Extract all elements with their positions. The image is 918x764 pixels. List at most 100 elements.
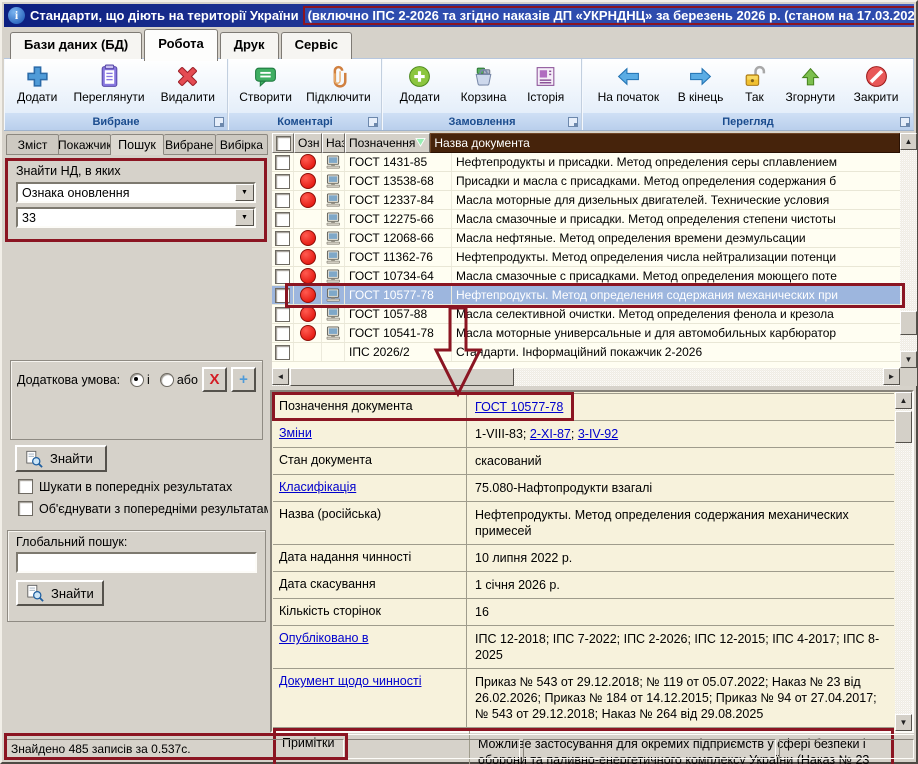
sidebar-tab-зміст[interactable]: Зміст [6,134,59,155]
table-row[interactable]: ГОСТ 1057-88Масла селективной очистки. М… [272,305,900,324]
table-row[interactable]: ІПС 2026/2Стандарти. Інформаційний покаж… [272,343,900,362]
checkbox-merge-previous[interactable]: Об'єднувати з попередніми результатами [18,501,268,516]
radio-and[interactable]: і [130,373,150,387]
basket-button[interactable]: Корзина [457,62,511,106]
dialog-launcher-icon[interactable] [900,117,910,127]
row-checkbox[interactable] [275,326,290,341]
table-row[interactable]: ГОСТ 1431-85Нефтепродукты и присадки. Ме… [272,153,900,172]
table-row[interactable]: ГОСТ 10577-78Нефтепродукты. Метод опреде… [272,286,900,305]
checkbox-search-previous[interactable]: Шукати в попередніх результатах [18,479,268,494]
scroll-down-icon[interactable]: ▼ [895,714,912,731]
menu-tab-робота[interactable]: Робота [144,29,218,61]
scrollbar-thumb[interactable] [900,311,917,335]
sidebar-tab-вибране[interactable]: Вибране [164,134,216,155]
table-row[interactable]: ГОСТ 12337-84Масла моторные для дизельны… [272,191,900,210]
order-add-button[interactable]: Додати [396,62,444,106]
detail-value-link[interactable]: ГОСТ 10577-78 [475,400,563,414]
table-row[interactable]: ГОСТ 11362-76Нефтепродукты. Метод опреде… [272,248,900,267]
menu-tab-друк[interactable]: Друк [220,32,279,59]
menu-tab-сервіс[interactable]: Сервіс [281,32,352,59]
update-flag-icon [300,154,316,170]
detail-value: 10 липня 2022 р. [467,545,894,571]
table-row[interactable]: ГОСТ 13538-68Присадки и масла с присадка… [272,172,900,191]
checkbox-icon[interactable] [18,501,33,516]
detail-row-класифікація: Класифікація75.080-Нафтопродукти взагалі [273,475,894,502]
global-search-input[interactable] [16,552,257,573]
view-button[interactable]: Переглянути [69,62,148,106]
detail-value-link[interactable]: 2-XI-87 [530,427,571,441]
table-row[interactable]: ГОСТ 10734-64Масла смазочные с присадкам… [272,267,900,286]
remove-condition-button[interactable]: X [202,367,227,392]
table-horizontal-scrollbar[interactable]: ◄ ► [272,368,900,386]
column-header-ozn[interactable]: Озн [294,133,322,153]
detail-label[interactable]: Класифікація [273,475,467,501]
scrollbar-thumb[interactable] [895,411,912,443]
row-checkbox[interactable] [275,250,290,265]
scroll-up-icon[interactable]: ▲ [900,133,917,150]
dropdown-arrow-icon[interactable]: ▼ [235,209,254,226]
computer-icon [326,155,341,169]
row-checkbox[interactable] [275,212,290,227]
collapse-button[interactable]: Згорнути [782,62,840,106]
table-row[interactable]: ГОСТ 12068-66Масла нефтяные. Метод опред… [272,229,900,248]
search-value-dropdown[interactable]: 33 ▼ [16,207,256,228]
scroll-down-icon[interactable]: ▼ [900,351,917,368]
close-icon [864,64,889,89]
scroll-up-icon[interactable]: ▲ [895,392,912,409]
search-field-dropdown[interactable]: Ознака оновлення ▼ [16,182,256,203]
row-checkbox[interactable] [275,269,290,284]
global-search-label: Глобальний пошук: [16,535,257,549]
detail-label[interactable]: Опубліковано в [273,626,467,668]
scroll-right-icon[interactable]: ► [883,368,900,385]
delete-icon [175,64,200,89]
dialog-launcher-icon[interactable] [214,117,224,127]
row-checkbox[interactable] [275,345,290,360]
table-vertical-scrollbar[interactable]: ▲ ▼ [900,133,917,368]
detail-label[interactable]: Зміни [273,421,467,447]
add-condition-button[interactable]: + [231,367,256,392]
details-vertical-scrollbar[interactable]: ▲ ▼ [895,392,912,731]
row-checkbox[interactable] [275,193,290,208]
plus-button[interactable]: Додати [13,62,61,106]
update-flag-icon [300,268,316,284]
dialog-launcher-icon[interactable] [368,117,378,127]
lock-open-button[interactable]: Так [738,62,771,106]
sidebar-tab-покажчик[interactable]: Покажчик [59,134,111,155]
column-header-naz[interactable]: Наз [322,133,345,153]
find-button[interactable]: Знайти [15,445,107,472]
row-checkbox[interactable] [275,307,290,322]
global-find-button[interactable]: Знайти [16,580,104,606]
attach-button[interactable]: Підключити [302,62,375,106]
row-checkbox[interactable] [275,288,290,303]
checkbox-icon[interactable] [18,479,33,494]
comment-button[interactable]: Створити [235,62,296,106]
update-flag-icon [300,306,316,322]
scroll-left-icon[interactable]: ◄ [272,368,289,385]
table-row[interactable]: ГОСТ 12275-66Масла смазочные и присадки.… [272,210,900,229]
dropdown-arrow-icon[interactable]: ▼ [235,184,254,201]
menu-tab-бази-даних-бд[interactable]: Бази даних (БД) [10,32,142,59]
row-checkbox[interactable] [275,174,290,189]
row-checkbox-cell [272,191,294,209]
close-button[interactable]: Закрити [850,62,903,106]
scrollbar-thumb[interactable] [290,368,514,386]
sidebar-tab-пошук[interactable]: Пошук [111,134,163,155]
radio-or[interactable]: або [160,373,198,387]
column-header-designation[interactable]: Позначення [345,133,430,153]
detail-value-link[interactable]: 3-IV-92 [578,427,618,441]
row-checkbox[interactable] [275,231,290,246]
history-button[interactable]: Історія [523,62,568,106]
sidebar-tab-вибірка[interactable]: Вибірка [216,134,268,155]
column-header-name[interactable]: Назва документа [430,133,900,153]
detail-value: 1-VIII-83; 2-XI-87; 3-IV-92 [467,421,894,447]
table-row[interactable]: ГОСТ 10541-78Масла моторные универсальны… [272,324,900,343]
detail-label[interactable]: Документ щодо чинності [273,669,467,727]
header-checkbox[interactable] [276,136,291,151]
dialog-launcher-icon[interactable] [568,117,578,127]
go-end-button[interactable]: В кінець [674,62,728,106]
row-checkbox[interactable] [275,155,290,170]
delete-button[interactable]: Видалити [157,62,219,106]
detail-label: Кількість сторінок [273,599,467,625]
column-header-check[interactable] [272,133,294,153]
go-start-button[interactable]: На початок [594,62,664,106]
